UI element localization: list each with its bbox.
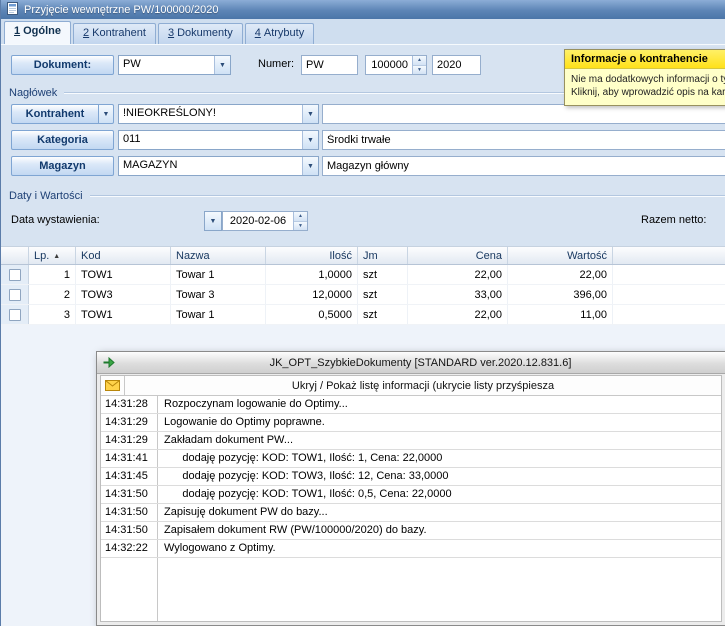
kategoria-combo[interactable]: 011 ▼: [118, 130, 319, 150]
spin-down-icon[interactable]: ▼: [413, 65, 426, 75]
numer-label: Numer:: [258, 58, 294, 70]
log-entry: 14:31:29Logowanie do Optimy poprawne.: [101, 414, 721, 432]
log-entry: 14:31:28Rozpoczynam logowanie do Optimy.…: [101, 396, 721, 414]
tooltip-title: Informacje o kontrahencie: [565, 50, 725, 69]
table-row[interactable]: 2 TOW3 Towar 3 12,0000 szt 33,00 396,00: [1, 285, 725, 305]
numer-prefix-field[interactable]: [301, 55, 358, 75]
numer-year-field[interactable]: [432, 55, 481, 75]
log-window-title: JK_OPT_SzybkieDokumenty [STANDARD ver.20…: [121, 357, 720, 369]
row-checkbox[interactable]: [9, 309, 21, 321]
row-checkbox[interactable]: [9, 269, 21, 281]
magazyn-button[interactable]: Magazyn: [11, 156, 114, 176]
log-entry: 14:31:29Zakładam dokument PW...: [101, 432, 721, 450]
document-icon: [6, 2, 19, 18]
magazyn-desc-field[interactable]: [322, 156, 725, 176]
header-lp[interactable]: Lp.▲: [29, 247, 76, 264]
chevron-down-icon[interactable]: ▼: [302, 157, 318, 175]
chevron-down-icon[interactable]: ▼: [302, 105, 318, 123]
data-wystawienia-field[interactable]: ▲▼: [222, 211, 308, 231]
log-window: JK_OPT_SzybkieDokumenty [STANDARD ver.20…: [96, 351, 725, 626]
chevron-down-icon[interactable]: ▼: [98, 104, 114, 124]
kontrahent-tooltip: Informacje o kontrahencie Nie ma dodatko…: [564, 49, 725, 106]
header-wartosc[interactable]: Wartość: [508, 247, 613, 264]
header-checkbox-column[interactable]: [1, 247, 29, 264]
log-entry: 14:31:45 dodaję pozycję: KOD: TOW3, Iloś…: [101, 468, 721, 486]
kategoria-desc-field[interactable]: [322, 130, 725, 150]
log-entry: 14:31:50Zapisuję dokument PW do bazy...: [101, 504, 721, 522]
window-titlebar[interactable]: Przyjęcie wewnętrzne PW/100000/2020: [1, 0, 725, 19]
header-jm[interactable]: Jm: [358, 247, 408, 264]
window-title: Przyjęcie wewnętrzne PW/100000/2020: [24, 4, 218, 16]
dokument-combo-value: PW: [119, 56, 214, 74]
date-value-field[interactable]: [223, 212, 293, 230]
magazyn-combo-value: MAGAZYN: [119, 157, 302, 175]
log-entry: 14:31:50 dodaję pozycję: KOD: TOW1, Iloś…: [101, 486, 721, 504]
chevron-down-icon[interactable]: ▼: [302, 131, 318, 149]
chevron-down-icon[interactable]: ▼: [214, 56, 230, 74]
header-filler: [613, 247, 725, 264]
spin-down-icon[interactable]: ▼: [294, 221, 307, 231]
kontrahent-combo[interactable]: !NIEOKREŚLONY! ▼: [118, 104, 319, 124]
chevron-down-icon: ▼: [210, 218, 217, 225]
dokument-combo[interactable]: PW ▼: [118, 55, 231, 75]
tab-atrybuty[interactable]: 4Atrybuty: [245, 23, 314, 44]
razem-netto-label: Razem netto:: [641, 214, 706, 226]
section-divider: [90, 195, 725, 197]
kategoria-button[interactable]: Kategoria: [11, 130, 114, 150]
dokument-button[interactable]: Dokument:: [11, 55, 114, 75]
data-wystawienia-label: Data wystawienia:: [11, 214, 100, 226]
log-entry: 14:31:41 dodaję pozycję: KOD: TOW1, Iloś…: [101, 450, 721, 468]
header-kod[interactable]: Kod: [76, 247, 171, 264]
table-row[interactable]: 3 TOW1 Towar 1 0,5000 szt 22,00 11,00: [1, 305, 725, 325]
envelope-icon[interactable]: [101, 376, 125, 395]
app-window: Przyjęcie wewnętrzne PW/100000/2020 1Ogó…: [0, 0, 725, 626]
spinner-arrows[interactable]: ▲▼: [293, 212, 307, 230]
spin-up-icon[interactable]: ▲: [294, 212, 307, 221]
tab-dokumenty[interactable]: 3Dokumenty: [158, 23, 243, 44]
magazyn-combo[interactable]: MAGAZYN ▼: [118, 156, 319, 176]
header-nazwa[interactable]: Nazwa: [171, 247, 266, 264]
tab-kontrahent[interactable]: 2Kontrahent: [73, 23, 156, 44]
log-info-bar[interactable]: Ukryj / Pokaż listę informacji (ukrycie …: [101, 376, 721, 396]
app-icon: [102, 354, 116, 371]
section-daty-wartosci: Daty i Wartości: [9, 190, 725, 202]
spin-up-icon[interactable]: ▲: [413, 56, 426, 65]
header-ilosc[interactable]: Ilość: [266, 247, 358, 264]
grid-header: Lp.▲ Kod Nazwa Ilość Jm Cena Wartość: [1, 246, 725, 265]
kontrahent-name-field[interactable]: [322, 104, 725, 124]
spinner-arrows[interactable]: ▲▼: [412, 56, 426, 74]
table-row[interactable]: 1 TOW1 Towar 1 1,0000 szt 22,00 22,00: [1, 265, 725, 285]
log-entry: 14:31:50Zapisałem dokument RW (PW/100000…: [101, 522, 721, 540]
kontrahent-combo-value: !NIEOKREŚLONY!: [119, 105, 302, 123]
log-window-titlebar[interactable]: JK_OPT_SzybkieDokumenty [STANDARD ver.20…: [97, 352, 725, 374]
row-checkbox[interactable]: [9, 289, 21, 301]
tab-ogolne[interactable]: 1Ogólne: [4, 21, 71, 44]
log-window-body: Ukryj / Pokaż listę informacji (ukrycie …: [100, 375, 722, 622]
header-cena[interactable]: Cena: [408, 247, 508, 264]
tooltip-body: Nie ma dodatkowych informacji o ty Klikn…: [565, 69, 725, 105]
log-info-text: Ukryj / Pokaż listę informacji (ukrycie …: [125, 376, 721, 395]
log-entry: 14:32:22Wylogowano z Optimy.: [101, 540, 721, 558]
numer-value-field[interactable]: [366, 56, 412, 74]
log-empty-area: [101, 558, 721, 621]
sort-asc-icon: ▲: [53, 253, 60, 260]
numer-spinner[interactable]: ▲▼: [365, 55, 427, 75]
kategoria-combo-value: 011: [119, 131, 302, 149]
date-mode-dropdown[interactable]: ▼: [204, 211, 222, 231]
tab-strip: 1Ogólne 2Kontrahent 3Dokumenty 4Atrybuty: [1, 19, 725, 44]
kontrahent-button[interactable]: Kontrahent ▼: [11, 104, 114, 124]
